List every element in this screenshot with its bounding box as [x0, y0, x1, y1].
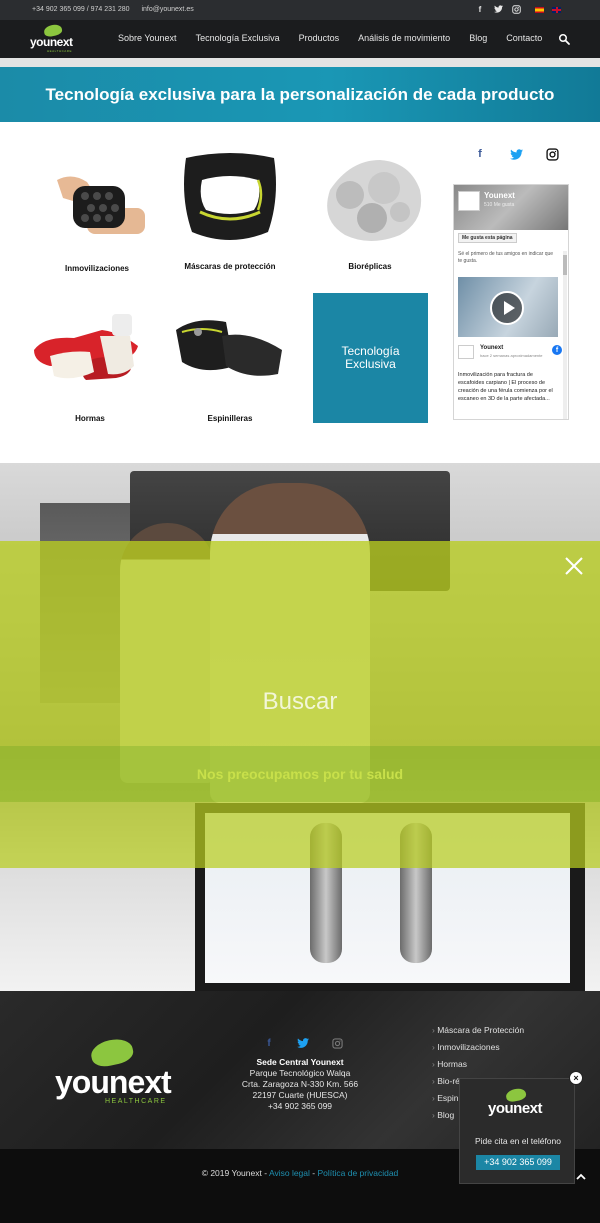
language-switcher: [535, 7, 561, 13]
fb-video-thumbnail[interactable]: [458, 277, 558, 337]
shin-guard-image: [170, 310, 290, 410]
product-label: Inmovilizaciones: [64, 264, 130, 273]
page-avatar: [458, 191, 480, 211]
fb-scrollbar[interactable]: [563, 251, 567, 419]
nav-item-analisis[interactable]: Análisis de movimiento: [358, 33, 450, 43]
product-label: Máscaras de protección: [184, 262, 276, 271]
appointment-popup: younext Pide cita en el teléfono +34 902…: [459, 1078, 575, 1184]
fb-page-name[interactable]: Younext: [484, 191, 515, 200]
younext-logo[interactable]: younext HEALTHCARE: [30, 23, 80, 53]
product-mascaras[interactable]: Máscaras de protección: [170, 150, 290, 271]
tecnologia-exclusiva-tile[interactable]: Tecnología Exclusiva: [313, 293, 428, 423]
fb-friends-text: Sé el primero de tus amigos en indicar q…: [458, 251, 554, 264]
popup-phone-button[interactable]: +34 902 365 099: [476, 1155, 560, 1170]
contact-info: +34 902 365 099 / 974 231 280 info@youne…: [32, 6, 204, 13]
facebook-page-widget: Younext 510 Me gusta Me gusta esta págin…: [453, 184, 569, 420]
instagram-icon[interactable]: [545, 147, 559, 161]
twitter-icon[interactable]: [509, 147, 523, 161]
address-line: Parque Tecnológico Walqa: [249, 1068, 351, 1078]
fb-like-button[interactable]: Me gusta esta página: [458, 233, 517, 243]
twitter-icon[interactable]: [296, 1036, 310, 1050]
nav-item-tecnologia[interactable]: Tecnología Exclusiva: [196, 33, 280, 43]
nav-divider: [0, 58, 600, 67]
twitter-icon[interactable]: [493, 3, 503, 15]
product-espinilleras[interactable]: Espinilleras: [170, 310, 290, 423]
post-author[interactable]: Younext: [480, 345, 503, 351]
email-link[interactable]: info@younext.es: [141, 6, 193, 13]
instagram-icon[interactable]: [330, 1036, 344, 1050]
product-label: Hormas: [75, 414, 105, 423]
product-hormas[interactable]: Hormas: [30, 310, 150, 423]
post-time: hace 2 semanas aproximadamente: [480, 353, 543, 358]
footer-link[interactable]: Hormas: [432, 1056, 524, 1073]
popup-text: Pide cita en el teléfono: [474, 1136, 561, 1146]
close-icon[interactable]: [564, 556, 584, 576]
facebook-cover[interactable]: Younext 510 Me gusta: [454, 185, 568, 230]
protection-mask-image: [170, 150, 290, 258]
main-navigation: younext HEALTHCARE Sobre Younext Tecnolo…: [0, 20, 600, 58]
nav-item-contacto[interactable]: Contacto: [506, 33, 542, 43]
product-inmovilizaciones[interactable]: Inmovilizaciones: [37, 160, 157, 273]
copyright-text: © 2019 Younext -: [201, 1168, 268, 1178]
bioreplica-image: [310, 150, 430, 258]
product-label: Bioréplicas: [348, 262, 392, 271]
legal-link[interactable]: Aviso legal: [269, 1168, 310, 1178]
facebook-icon[interactable]: f: [262, 1036, 276, 1050]
fb-post-text: Inmovilización para fractura de escafoid…: [458, 372, 553, 402]
top-contact-bar: +34 902 365 099 / 974 231 280 info@youne…: [0, 0, 600, 20]
younext-logo[interactable]: younext HEALTHCARE: [55, 1035, 175, 1110]
section-headline: Nos preocupamos por tu salud: [196, 766, 404, 782]
banner-title: Tecnología exclusiva para la personaliza…: [45, 84, 555, 104]
nav-item-productos[interactable]: Productos: [299, 33, 340, 43]
facebook-icon[interactable]: f: [475, 3, 485, 15]
spanish-flag-icon[interactable]: [535, 7, 544, 13]
footer-address: Sede Central Younext Parque Tecnológico …: [210, 1057, 390, 1112]
post-avatar: [458, 345, 474, 359]
facebook-icon: f: [552, 345, 562, 355]
instagram-icon[interactable]: [511, 3, 521, 15]
hq-title: Sede Central Younext: [256, 1057, 344, 1067]
facebook-icon[interactable]: f: [473, 147, 487, 161]
english-flag-icon[interactable]: [552, 7, 561, 13]
footer-phone[interactable]: +34 902 365 099: [210, 1101, 390, 1112]
top-social-links: f: [475, 3, 521, 15]
tech-box-line2: Exclusiva: [345, 357, 396, 371]
product-label: Espinilleras: [207, 414, 253, 423]
search-icon[interactable]: [558, 32, 570, 45]
footer-link[interactable]: Inmovilizaciones: [432, 1039, 524, 1056]
search-overlay-lower: [0, 802, 600, 868]
sidebar-social-links: f: [473, 147, 559, 161]
nav-item-sobre-younext[interactable]: Sobre Younext: [118, 33, 177, 43]
footer-social-links: f: [262, 1036, 344, 1050]
fb-post-header: Younext hace 2 semanas aproximadamente f: [458, 343, 562, 361]
privacy-link[interactable]: Política de privacidad: [317, 1168, 398, 1178]
nav-menu: Sobre Younext Tecnología Exclusiva Produ…: [118, 33, 542, 43]
younext-logo: younext: [488, 1087, 548, 1124]
address-line: 22197 Cuarte (HUESCA): [252, 1090, 348, 1100]
close-icon[interactable]: ×: [569, 1071, 583, 1085]
fb-like-count: 510 Me gusta: [484, 202, 515, 208]
nav-item-blog[interactable]: Blog: [469, 33, 487, 43]
chevron-up-icon[interactable]: [575, 1170, 587, 1182]
play-icon[interactable]: [490, 291, 524, 325]
search-input[interactable]: Buscar: [0, 688, 600, 716]
phone-numbers[interactable]: +34 902 365 099 / 974 231 280: [32, 6, 130, 13]
wrist-splint-image: [37, 160, 157, 260]
address-line: Crta. Zaragoza N-330 Km. 566: [241, 1079, 359, 1089]
product-bioreplicas[interactable]: Bioréplicas: [310, 150, 430, 271]
page-banner: Tecnología exclusiva para la personaliza…: [0, 67, 600, 122]
shoe-last-image: [30, 310, 150, 410]
footer-link[interactable]: Máscara de Protección: [432, 1022, 524, 1039]
